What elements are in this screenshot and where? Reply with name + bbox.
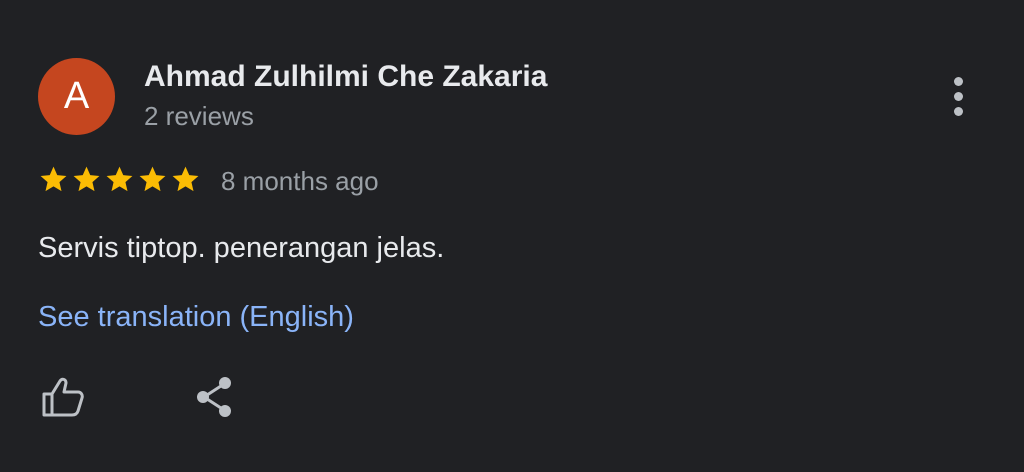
thumb-up-icon <box>42 377 84 417</box>
star-icon <box>139 166 166 192</box>
review-text: Servis tiptop. penerangan jelas. <box>38 232 445 264</box>
more-vert-icon-dot <box>953 91 963 101</box>
star-icon <box>40 166 67 192</box>
review-card: A Ahmad Zulhilmi Che Zakaria 2 reviews 8… <box>0 0 1024 472</box>
author-name[interactable]: Ahmad Zulhilmi Che Zakaria <box>144 60 547 94</box>
review-count: 2 reviews <box>144 101 254 131</box>
star-icon <box>106 166 133 192</box>
share-icon <box>197 377 231 417</box>
avatar[interactable]: A <box>38 58 115 135</box>
review-time: 8 months ago <box>221 166 379 196</box>
star-icon <box>73 166 100 192</box>
avatar-initial: A <box>63 75 90 117</box>
star-icon <box>172 166 199 192</box>
more-vert-icon-dot <box>953 106 963 116</box>
more-vert-icon <box>953 76 963 86</box>
star-rating <box>38 164 201 195</box>
share-button[interactable] <box>192 373 240 421</box>
like-button[interactable] <box>38 373 90 421</box>
see-translation-link[interactable]: See translation (English) <box>38 301 354 334</box>
more-options-button[interactable] <box>938 72 978 120</box>
